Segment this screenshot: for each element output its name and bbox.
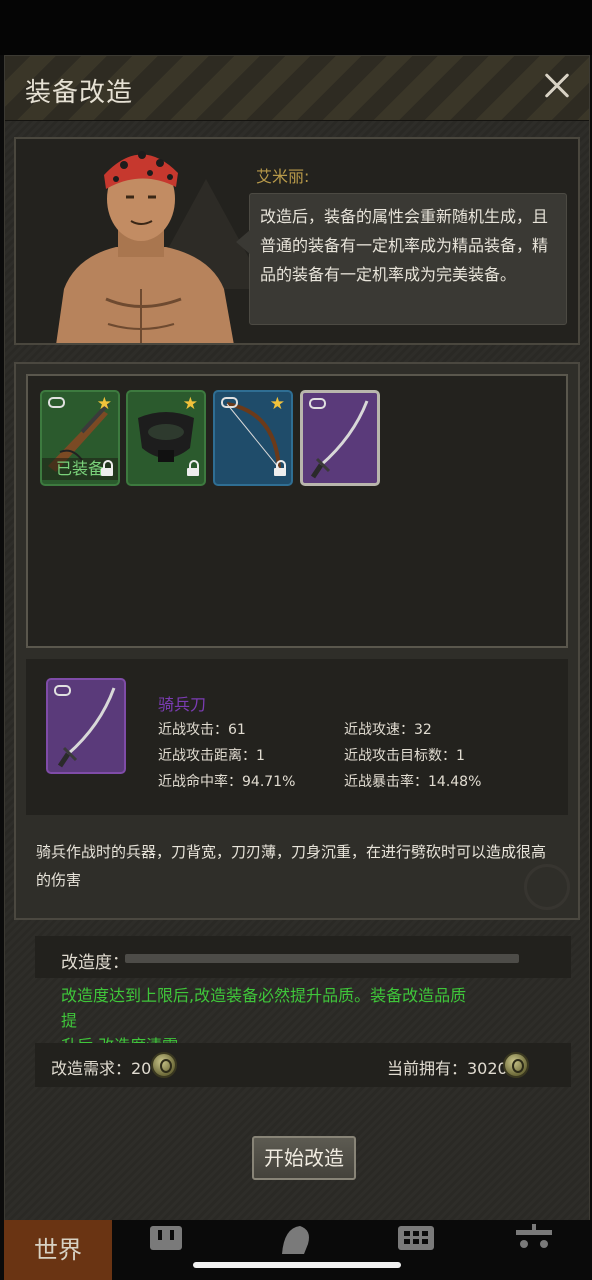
close-icon[interactable] xyxy=(537,66,577,106)
coin-icon xyxy=(151,1052,177,1078)
inventory-panel: ★ 已装备 ★ ★ 骑兵刀 近战攻击：61 近战攻速：32 近战攻击距离：1 近… xyxy=(14,362,580,920)
equipment-grid: ★ 已装备 ★ ★ xyxy=(26,374,568,648)
stat-melee-attack: 近战攻击：61 xyxy=(158,722,246,738)
equipment-slot-gas-mask[interactable]: ★ xyxy=(126,390,206,486)
description-line: 的伤害 xyxy=(36,871,82,889)
crafting-icon[interactable] xyxy=(396,1224,436,1254)
required-cost: 改造需求：20 xyxy=(51,1059,152,1078)
link-icon xyxy=(309,398,326,409)
npc-name: 艾米丽: xyxy=(256,167,310,186)
speech-line: 改造后，装备的属性会重新随机生成，且 xyxy=(260,207,549,226)
character-icon[interactable] xyxy=(274,1224,314,1254)
npc-portrait xyxy=(56,151,234,343)
link-icon xyxy=(54,685,71,696)
selected-item-icon xyxy=(46,678,126,774)
stat-melee-crit: 近战暴击率：14.48% xyxy=(344,774,482,790)
item-detail: 骑兵刀 近战攻击：61 近战攻速：32 近战攻击距离：1 近战攻击目标数：1 近… xyxy=(26,659,568,815)
start-modify-button[interactable]: 开始改造 xyxy=(252,1136,356,1180)
backpack-icon[interactable] xyxy=(146,1224,186,1254)
coin-icon xyxy=(503,1052,529,1078)
lock-icon xyxy=(274,460,286,476)
star-icon: ★ xyxy=(269,394,285,414)
modify-progress-row: 改造度： xyxy=(35,936,571,978)
equipment-slot-bow[interactable]: ★ xyxy=(213,390,293,486)
star-icon: ★ xyxy=(96,394,112,414)
nav-world-tab[interactable]: 世界 xyxy=(4,1220,112,1280)
star-icon: ★ xyxy=(182,394,198,414)
speech-line: 普通的装备有一定机率成为精品装备，精 xyxy=(260,236,549,255)
lock-icon xyxy=(187,460,199,476)
equipment-modify-dialog: 装备改造 艾米丽: 改造后，装备的属性会重新随机生成，且 普通的装备有一定机率成… xyxy=(4,55,590,1222)
item-description: 骑兵作战时的兵器，刀背宽，刀刃薄，刀身沉重，在进行劈砍时可以造成很高 的伤害 xyxy=(36,838,556,894)
stat-melee-range: 近战攻击距离：1 xyxy=(158,748,265,764)
owned-amount: 当前拥有：3020 xyxy=(387,1059,508,1078)
progress-bar xyxy=(125,954,519,963)
dialog-title: 装备改造 xyxy=(25,78,134,108)
notice-line: 改造度达到上限后,改造装备必然提升品质。装备改造品质提 xyxy=(61,986,467,1030)
build-icon[interactable] xyxy=(514,1224,554,1254)
description-line: 骑兵作战时的兵器，刀背宽，刀刃薄，刀身沉重，在进行劈砍时可以造成很高 xyxy=(36,843,547,861)
speech-line: 品的装备有一定机率成为完美装备。 xyxy=(260,265,517,284)
item-name: 骑兵刀 xyxy=(158,695,207,714)
top-status-area xyxy=(0,0,592,55)
link-icon xyxy=(48,397,65,408)
npc-speech-bubble: 改造后，装备的属性会重新随机生成，且 普通的装备有一定机率成为精品装备，精 品的… xyxy=(236,193,567,325)
npc-panel: 艾米丽: 改造后，装备的属性会重新随机生成，且 普通的装备有一定机率成为精品装备… xyxy=(14,137,580,345)
link-icon xyxy=(221,397,238,408)
lock-icon xyxy=(101,460,113,476)
progress-label: 改造度： xyxy=(61,953,129,973)
title-bar: 装备改造 xyxy=(5,56,589,121)
home-indicator xyxy=(193,1262,401,1268)
stat-melee-targets: 近战攻击目标数：1 xyxy=(344,748,465,764)
equipment-slot-rifle[interactable]: ★ 已装备 xyxy=(40,390,120,486)
stat-melee-hit: 近战命中率：94.71% xyxy=(158,774,296,790)
cost-row: 改造需求：20 当前拥有：3020 xyxy=(35,1043,571,1087)
radiation-icon xyxy=(524,864,570,910)
stat-melee-speed: 近战攻速：32 xyxy=(344,722,432,738)
bottom-nav: 世界 xyxy=(0,1220,592,1280)
equipment-slot-sabre-selected[interactable] xyxy=(300,390,380,486)
